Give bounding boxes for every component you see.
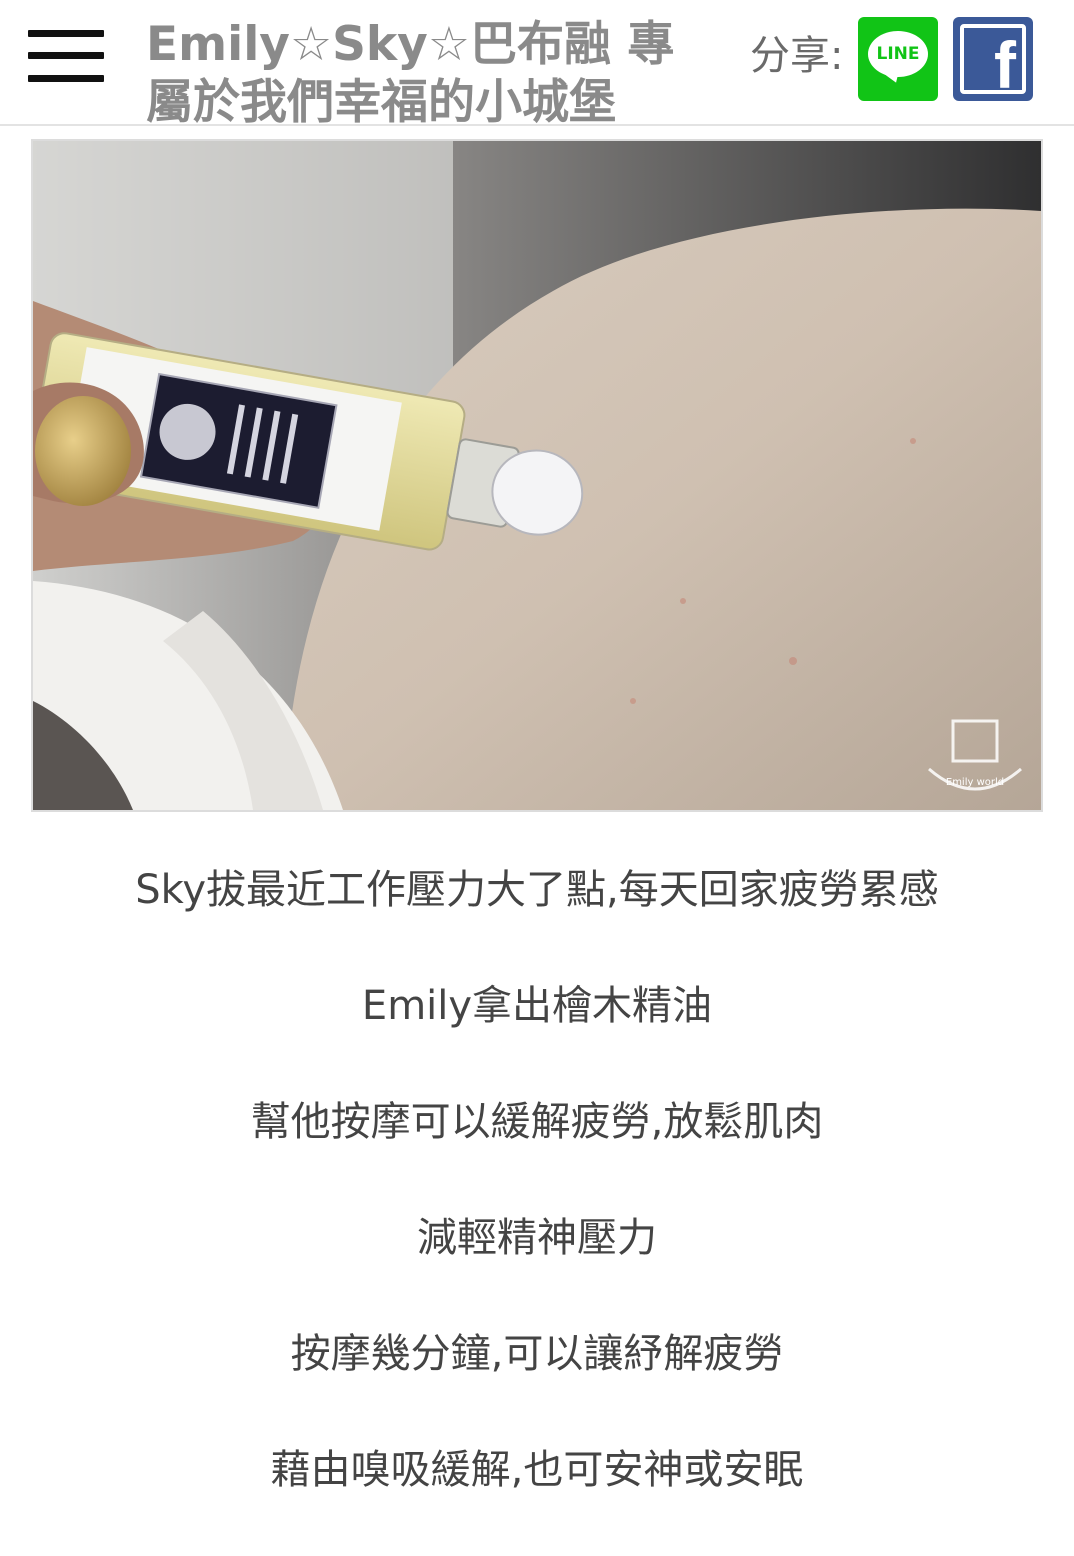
article-body: Sky拔最近工作壓力大了點,每天回家疲勞累感 Emily拿出檜木精油 幫他按摩可… xyxy=(0,860,1074,1556)
site-header: Emily☆Sky☆巴布融 專屬於我們幸福的小城堡 分享: LINE f xyxy=(0,0,1074,126)
hamburger-menu-icon[interactable] xyxy=(28,30,106,86)
facebook-share-button[interactable]: f xyxy=(953,17,1033,101)
article-photo: Emily world xyxy=(31,139,1043,812)
essential-oil-roller-photo: Emily world xyxy=(33,141,1041,810)
article-paragraph: Sky拔最近工作壓力大了點,每天回家疲勞累感 xyxy=(135,867,939,913)
menu-bar xyxy=(28,52,104,59)
facebook-letter: f xyxy=(994,28,1016,94)
watermark-text: Emily world xyxy=(946,777,1004,788)
article-paragraph: 藉由嗅吸緩解,也可安神或安眠 xyxy=(270,1447,804,1493)
article-paragraph: 按摩幾分鐘,可以讓紓解疲勞 xyxy=(290,1331,784,1377)
article-paragraph: 幫他按摩可以緩解疲勞,放鬆肌肉 xyxy=(250,1099,824,1145)
article-paragraph: 減輕精神壓力 xyxy=(417,1215,657,1261)
share-label: 分享: xyxy=(750,33,844,79)
site-title-link[interactable]: Emily☆Sky☆巴布融 專屬於我們幸福的小城堡 xyxy=(146,16,716,124)
line-share-button[interactable]: LINE xyxy=(858,17,938,101)
menu-bar xyxy=(28,75,104,82)
article-paragraph: Emily拿出檜木精油 xyxy=(361,983,713,1029)
menu-bar xyxy=(28,30,104,37)
facebook-icon: f xyxy=(960,24,1026,94)
gold-nail xyxy=(35,396,131,506)
